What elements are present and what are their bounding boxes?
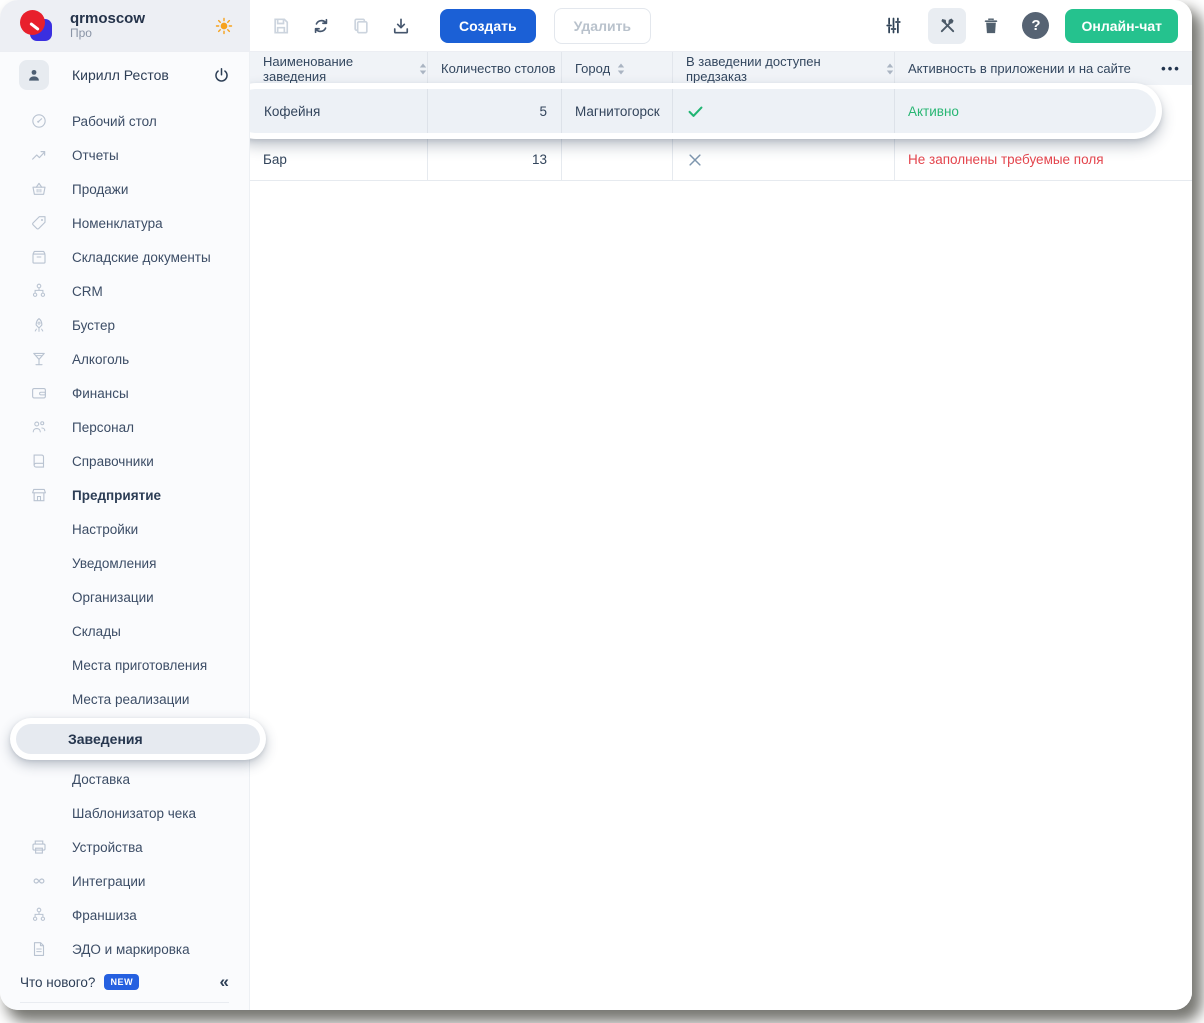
column-header-preorder[interactable]: В заведении доступен предзаказ — [673, 52, 895, 85]
sidebar-item-enterprise[interactable]: Предприятие — [0, 478, 249, 512]
wallet-icon — [30, 384, 48, 402]
check-icon — [686, 102, 705, 121]
online-chat-button[interactable]: Онлайн-чат — [1065, 9, 1178, 43]
sidebar-item-warehouse-docs[interactable]: Складские документы — [0, 240, 249, 274]
cell-preorder — [673, 139, 895, 180]
whats-new-link[interactable]: Что нового? — [20, 975, 95, 990]
trash-icon[interactable] — [976, 11, 1006, 41]
sidebar-item-crm[interactable]: CRM — [0, 274, 249, 308]
table-row[interactable]: Бар 13 Не заполнены требуемые поля — [250, 139, 1192, 181]
sidebar-item-finance[interactable]: Финансы — [0, 376, 249, 410]
sidebar-item-devices[interactable]: Устройства — [0, 830, 249, 864]
user-row: Кирилл Рестов — [0, 52, 249, 98]
column-header-name[interactable]: Наименование заведения — [250, 52, 428, 85]
sidebar-item-edo[interactable]: ЭДО и маркировка — [0, 932, 249, 966]
column-header-city[interactable]: Город — [562, 52, 673, 85]
venues-spotlight: Заведения — [10, 718, 266, 760]
cell-activity-status: Не заполнены требуемые поля — [895, 139, 1192, 180]
infinity-icon — [30, 872, 48, 890]
new-badge: NEW — [104, 974, 139, 990]
columns-more-icon[interactable]: ••• — [1150, 61, 1192, 76]
sidebar-item-notifications[interactable]: Уведомления — [0, 546, 249, 580]
footer-divider — [20, 1002, 229, 1003]
org-chart-icon — [30, 282, 48, 300]
document-icon — [30, 940, 48, 958]
sidebar-item-cooking-places[interactable]: Места приготовления — [0, 648, 249, 682]
people-icon — [30, 418, 48, 436]
delete-button[interactable]: Удалить — [554, 8, 651, 44]
main-content: Наименование заведения Количество столов… — [250, 52, 1192, 1010]
sort-icon — [617, 63, 625, 75]
sidebar-item-staff[interactable]: Персонал — [0, 410, 249, 444]
sidebar-item-franchise[interactable]: Франшиза — [0, 898, 249, 932]
sidebar-item-sales[interactable]: Продажи — [0, 172, 249, 206]
sidebar-item-warehouses[interactable]: Склады — [0, 614, 249, 648]
help-icon[interactable]: ? — [1022, 12, 1049, 39]
booster-icon — [30, 316, 48, 334]
brand-section: qrmoscow Про — [0, 0, 250, 51]
reports-icon — [30, 146, 48, 164]
sidebar-menu: Рабочий стол Отчеты Продажи Номенклатура… — [0, 98, 249, 966]
toolbar: Создать Удалить ? Онлайн-чат — [250, 0, 1192, 51]
cell-activity-status: Активно — [895, 89, 1156, 133]
plan-label: Про — [70, 27, 145, 41]
column-header-activity[interactable]: Активность в приложении и на сайте — [895, 52, 1150, 85]
app-window: qrmoscow Про Создать Удалить ? Онлайн-ча… — [0, 0, 1192, 1010]
sidebar-item-sales-places[interactable]: Места реализации — [0, 682, 249, 716]
franchise-org-icon — [30, 906, 48, 924]
table-header: Наименование заведения Количество столов… — [250, 52, 1192, 85]
tag-icon — [30, 214, 48, 232]
sidebar-item-directories[interactable]: Справочники — [0, 444, 249, 478]
cell-tables-count: 13 — [428, 139, 562, 180]
download-icon[interactable] — [386, 11, 416, 41]
sidebar-item-alcohol[interactable]: Алкоголь — [0, 342, 249, 376]
dashboard-icon — [30, 112, 48, 130]
printer-icon — [30, 838, 48, 856]
column-header-tables[interactable]: Количество столов — [428, 52, 562, 85]
logout-power-icon[interactable] — [212, 66, 231, 85]
sidebar-item-nomenclature[interactable]: Номенклатура — [0, 206, 249, 240]
sidebar-item-booster[interactable]: Бустер — [0, 308, 249, 342]
sidebar-item-organizations[interactable]: Организации — [0, 580, 249, 614]
sidebar-item-delivery[interactable]: Доставка — [0, 762, 249, 796]
app-logo-icon — [20, 10, 54, 42]
sidebar-item-venues[interactable]: Заведения — [16, 724, 260, 754]
sidebar-item-desktop[interactable]: Рабочий стол — [0, 104, 249, 138]
top-bar: qrmoscow Про Создать Удалить ? Онлайн-ча… — [0, 0, 1192, 52]
account-title: qrmoscow — [70, 10, 145, 27]
sort-icon — [886, 63, 894, 75]
box-icon — [30, 248, 48, 266]
collapse-sidebar-icon[interactable]: « — [220, 972, 229, 992]
sidebar-item-receipt-templater[interactable]: Шаблонизатор чека — [0, 796, 249, 830]
sales-icon — [30, 180, 48, 198]
book-icon — [30, 452, 48, 470]
sidebar-item-settings[interactable]: Настройки — [0, 512, 249, 546]
sort-icon — [419, 63, 427, 75]
tools-icon[interactable] — [928, 8, 966, 44]
cell-venue-name: Бар — [250, 139, 428, 180]
table-row[interactable]: Кофейня 5 Магнитогорск Активно — [234, 89, 1156, 133]
cell-city — [562, 139, 673, 180]
cell-venue-name: Кофейня — [234, 89, 428, 133]
row-spotlight: Кофейня 5 Магнитогорск Активно — [228, 83, 1162, 139]
sidebar-item-integrations[interactable]: Интеграции — [0, 864, 249, 898]
create-button[interactable]: Создать — [440, 9, 536, 43]
user-avatar-icon — [19, 60, 49, 90]
filters-icon[interactable] — [878, 11, 908, 41]
cell-preorder — [673, 89, 895, 133]
storefront-icon — [30, 486, 48, 504]
save-icon[interactable] — [266, 11, 296, 41]
sidebar-item-reports[interactable]: Отчеты — [0, 138, 249, 172]
x-mark-icon — [686, 151, 704, 169]
cell-city: Магнитогорск — [562, 89, 673, 133]
theme-sun-icon[interactable] — [214, 16, 234, 36]
copy-icon[interactable] — [346, 11, 376, 41]
table-empty-area — [250, 181, 1192, 1010]
martini-glass-icon — [30, 350, 48, 368]
refresh-icon[interactable] — [306, 11, 336, 41]
sidebar: Кирилл Рестов Рабочий стол Отчеты Продаж… — [0, 52, 250, 1010]
cell-tables-count: 5 — [428, 89, 562, 133]
user-name: Кирилл Рестов — [72, 67, 169, 83]
sidebar-footer: Что нового? NEW « quickresto.ru — [0, 966, 249, 1010]
